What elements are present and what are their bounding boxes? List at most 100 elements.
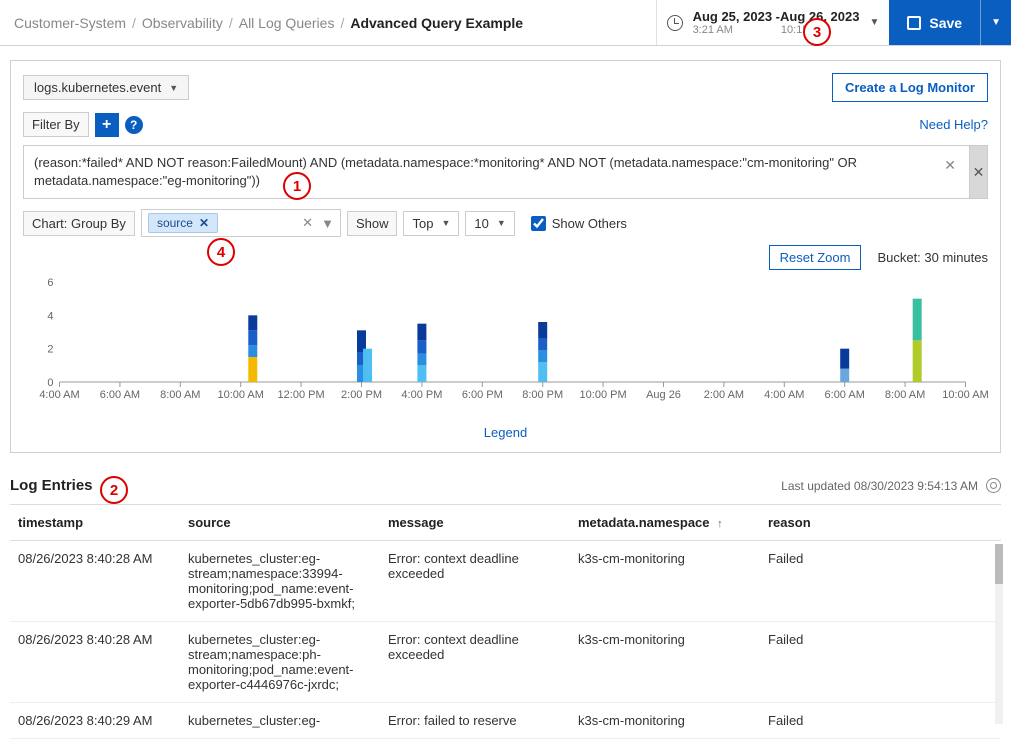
cell-namespace: k3s-cm-monitoring [570,622,760,703]
svg-text:2:00 AM: 2:00 AM [704,389,744,401]
col-message[interactable]: message [380,505,570,541]
log-entries-section: Log Entries Last updated 08/30/2023 9:54… [10,477,1001,739]
svg-text:2: 2 [47,344,53,356]
cell-namespace: k3s-cm-monitoring [570,703,760,739]
show-mode-select[interactable]: Top ▼ [403,211,459,236]
topbar: Customer-System / Observability / All Lo… [0,0,1011,46]
breadcrumb-sep: / [340,15,344,31]
show-count-value: 10 [474,216,488,231]
log-entries-title: Log Entries [10,477,93,494]
caret-down-icon: ▼ [441,218,450,228]
need-help-link[interactable]: Need Help? [919,117,988,132]
callout-2: 2 [100,476,128,504]
query-box: ✕ ✕ [23,145,988,199]
caret-down-icon[interactable]: ▼ [321,216,334,231]
table-row[interactable]: 08/26/2023 8:40:28 AMkubernetes_cluster:… [10,541,1001,622]
show-count-select[interactable]: 10 ▼ [465,211,514,236]
svg-text:6: 6 [47,277,53,289]
callout-1: 1 [283,172,311,200]
breadcrumb-seg1[interactable]: Customer-System [14,15,126,31]
show-others-label: Show Others [552,216,627,231]
breadcrumb-sep: / [132,15,136,31]
chart-area: 0 2 4 6 4:00 AM 6:00 AM 8:00 AM 10:00 AM 12:00 P… [23,276,988,440]
group-by-chip: source ✕ [148,213,218,233]
cell-namespace: k3s-cm-monitoring [570,541,760,622]
table-row[interactable]: 08/26/2023 8:40:28 AMkubernetes_cluster:… [10,622,1001,703]
query-panel: logs.kubernetes.event ▼ Create a Log Mon… [10,60,1001,453]
col-namespace[interactable]: metadata.namespace ↑ [570,505,760,541]
svg-text:4:00 AM: 4:00 AM [39,389,79,401]
chip-remove-icon[interactable]: ✕ [199,216,209,230]
breadcrumb: Customer-System / Observability / All Lo… [0,15,656,31]
svg-text:8:00 AM: 8:00 AM [160,389,200,401]
breadcrumb-sep: / [229,15,233,31]
svg-text:Aug 26: Aug 26 [646,389,681,401]
save-label: Save [929,15,962,31]
last-updated: Last updated 08/30/2023 9:54:13 AM [781,478,1001,493]
col-reason[interactable]: reason [760,505,1001,541]
show-others-checkbox-row[interactable]: Show Others [531,216,627,231]
save-button[interactable]: Save [889,0,980,45]
save-button-group: Save ▼ [889,0,1011,45]
svg-text:6:00 AM: 6:00 AM [100,389,140,401]
svg-text:2:00 PM: 2:00 PM [341,389,382,401]
callout-3: 3 [803,18,831,46]
svg-text:0: 0 [47,377,53,389]
group-by-input[interactable]: source ✕ ✕ ▼ [141,209,341,237]
clear-groupby-icon[interactable]: ✕ [302,215,313,231]
cell-message: Error: failed to reserve [380,703,570,739]
cell-source: kubernetes_cluster:eg-stream;namespace:3… [180,541,380,622]
cell-source: kubernetes_cluster:eg- [180,703,380,739]
cell-reason: Failed [760,622,1001,703]
col-source[interactable]: source [180,505,380,541]
cell-timestamp: 08/26/2023 8:40:28 AM [10,622,180,703]
bar-chart[interactable]: 0 2 4 6 4:00 AM 6:00 AM 8:00 AM 10:00 AM 12:00 P… [23,276,988,416]
show-mode-value: Top [412,216,433,231]
save-icon [907,16,921,30]
chip-text: source [157,216,193,230]
show-others-checkbox[interactable] [531,216,546,231]
timerange-dates: Aug 25, 2023 -Aug 26, 2023 [693,9,860,25]
cell-timestamp: 08/26/2023 8:40:29 AM [10,703,180,739]
sort-asc-icon: ↑ [717,518,723,530]
svg-text:6:00 AM: 6:00 AM [825,389,865,401]
table-row[interactable]: 08/26/2023 8:40:29 AMkubernetes_cluster:… [10,703,1001,739]
show-label: Show [347,211,398,236]
breadcrumb-seg2[interactable]: Observability [142,15,223,31]
query-textarea[interactable] [23,145,970,199]
scrollbar-track[interactable] [995,544,1003,724]
reset-zoom-button[interactable]: Reset Zoom [769,245,862,270]
create-log-monitor-button[interactable]: Create a Log Monitor [832,73,988,102]
col-timestamp[interactable]: timestamp [10,505,180,541]
clear-query-button[interactable]: ✕ [944,157,956,174]
svg-text:6:00 PM: 6:00 PM [462,389,503,401]
dataset-selector[interactable]: logs.kubernetes.event ▼ [23,75,189,100]
svg-text:10:00 PM: 10:00 PM [580,389,627,401]
log-table: timestamp source message metadata.namesp… [10,504,1001,739]
svg-text:10:00 AM: 10:00 AM [217,389,263,401]
add-filter-button[interactable]: + [95,113,119,137]
svg-text:4:00 AM: 4:00 AM [764,389,804,401]
legend-toggle[interactable]: Legend [23,425,988,440]
col-namespace-text: metadata.namespace [578,515,710,530]
scrollbar-thumb[interactable] [995,544,1003,584]
chevron-down-icon: ▼ [869,17,879,28]
gear-icon[interactable] [986,478,1001,493]
dataset-value: logs.kubernetes.event [34,80,161,95]
svg-text:12:00 PM: 12:00 PM [278,389,325,401]
group-by-label: Chart: Group By [23,211,135,236]
cell-message: Error: context deadline exceeded [380,622,570,703]
query-remove-handle[interactable]: ✕ [970,145,988,199]
cell-reason: Failed [760,703,1001,739]
last-updated-text: Last updated 08/30/2023 9:54:13 AM [781,479,978,493]
svg-text:4:00 PM: 4:00 PM [401,389,442,401]
cell-reason: Failed [760,541,1001,622]
svg-text:8:00 AM: 8:00 AM [885,389,925,401]
breadcrumb-seg3[interactable]: All Log Queries [239,15,335,31]
timerange-picker[interactable]: Aug 25, 2023 -Aug 26, 2023 3:21 AM 10:15… [656,0,890,45]
help-icon[interactable]: ? [125,116,143,134]
save-more-button[interactable]: ▼ [980,0,1011,45]
filter-by-label: Filter By [23,112,89,137]
svg-text:4: 4 [47,311,53,323]
callout-4: 4 [207,238,235,266]
